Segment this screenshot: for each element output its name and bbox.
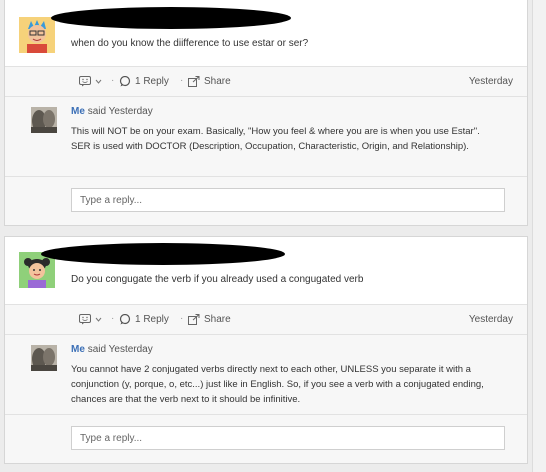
reply-author[interactable]: Me bbox=[71, 106, 85, 117]
replies-button[interactable]: 1 Reply bbox=[119, 314, 169, 325]
separator-dot: · bbox=[111, 313, 115, 324]
share-arrow-icon bbox=[188, 314, 200, 325]
reply-count: 1 Reply bbox=[135, 314, 169, 325]
reply-count: 1 Reply bbox=[135, 76, 169, 87]
reply-avatar[interactable] bbox=[31, 345, 57, 371]
separator-dot: · bbox=[180, 313, 184, 324]
share-button[interactable]: Share bbox=[188, 314, 231, 325]
reply-composer bbox=[5, 177, 527, 225]
avatar[interactable] bbox=[19, 17, 55, 53]
reply-body: You cannot have 2 conjugated verbs direc… bbox=[71, 364, 484, 405]
question-text: Do you congugate the verb if you already… bbox=[71, 274, 364, 285]
share-arrow-icon bbox=[188, 76, 200, 87]
share-button[interactable]: Share bbox=[188, 76, 231, 87]
reply-header: Me said Yesterday bbox=[71, 344, 153, 355]
question-header: when do you know the diifference to use … bbox=[5, 0, 527, 67]
reply-item: Me said Yesterday You cannot have 2 conj… bbox=[5, 335, 527, 415]
emoji-reaction-button[interactable] bbox=[79, 314, 102, 325]
chevron-down-icon bbox=[95, 79, 102, 84]
emoji-reaction-button[interactable] bbox=[79, 76, 102, 87]
action-bar: · 1 Reply · Share Yesterday bbox=[5, 67, 527, 97]
replies-button[interactable]: 1 Reply bbox=[119, 76, 169, 87]
question-header: Do you congugate the verb if you already… bbox=[5, 237, 527, 305]
reply-input[interactable] bbox=[71, 426, 505, 450]
question-card: Do you congugate the verb if you already… bbox=[4, 236, 528, 464]
reply-item: Me said Yesterday This will NOT be on yo… bbox=[5, 97, 527, 177]
scrollbar[interactable] bbox=[532, 0, 546, 472]
reply-avatar[interactable] bbox=[31, 107, 57, 133]
speech-bubble-icon bbox=[119, 314, 131, 325]
share-label: Share bbox=[204, 76, 231, 87]
timestamp: Yesterday bbox=[468, 76, 513, 87]
reply-author[interactable]: Me bbox=[71, 344, 85, 355]
redacted-username bbox=[51, 7, 291, 29]
smiley-face-icon bbox=[79, 76, 91, 87]
reply-time: said Yesterday bbox=[87, 106, 153, 117]
question-card: when do you know the diifference to use … bbox=[4, 0, 528, 226]
share-label: Share bbox=[204, 314, 231, 325]
question-text: when do you know the diifference to use … bbox=[71, 38, 309, 49]
separator-dot: · bbox=[111, 75, 115, 86]
reply-input[interactable] bbox=[71, 188, 505, 212]
reply-composer bbox=[5, 415, 527, 463]
speech-bubble-icon bbox=[119, 76, 131, 87]
action-bar: · 1 Reply · Share Yesterday bbox=[5, 305, 527, 335]
chevron-down-icon bbox=[95, 317, 102, 322]
separator-dot: · bbox=[180, 75, 184, 86]
smiley-face-icon bbox=[79, 314, 91, 325]
timestamp: Yesterday bbox=[468, 314, 513, 325]
redacted-username bbox=[41, 243, 285, 265]
reply-header: Me said Yesterday bbox=[71, 106, 153, 117]
reply-body: This will NOT be on your exam. Basically… bbox=[71, 126, 480, 152]
reply-time: said Yesterday bbox=[87, 344, 153, 355]
